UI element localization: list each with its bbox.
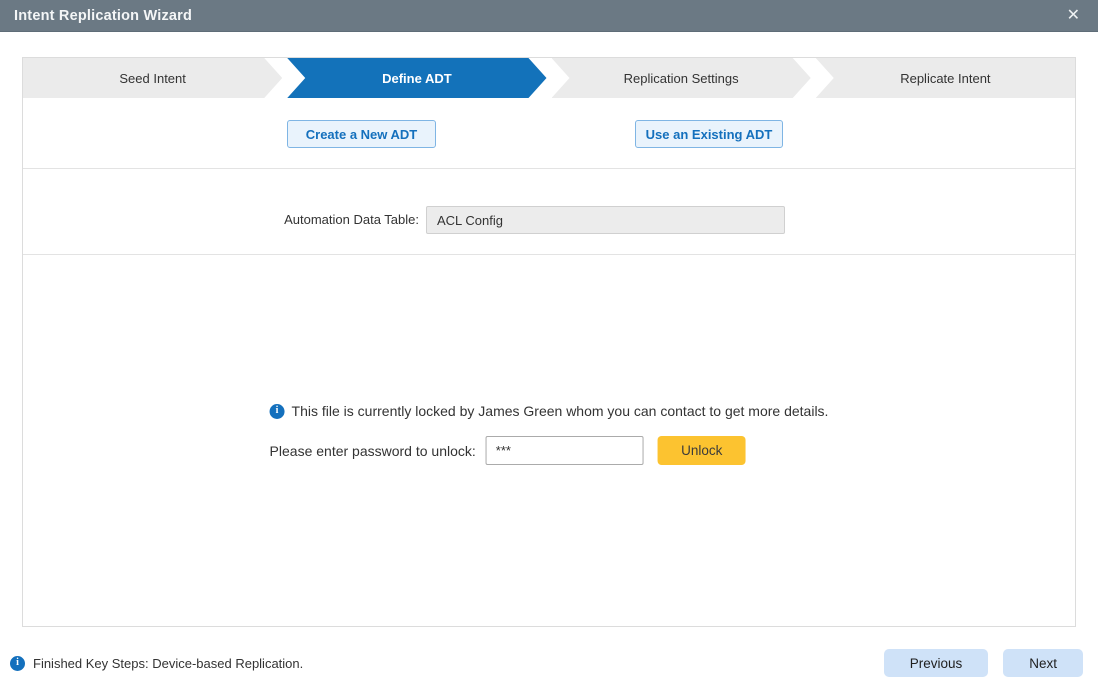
wizard-panel: Seed Intent Define ADT Replication Setti…	[22, 57, 1076, 627]
create-new-adt-button[interactable]: Create a New ADT	[287, 120, 436, 148]
wizard-footer: i Finished Key Steps: Device-based Repli…	[10, 648, 1083, 678]
step-replicate-intent[interactable]: Replicate Intent	[816, 58, 1075, 98]
use-existing-adt-button[interactable]: Use an Existing ADT	[635, 120, 783, 148]
step-define-adt[interactable]: Define ADT	[287, 58, 546, 98]
previous-button[interactable]: Previous	[884, 649, 989, 677]
next-button[interactable]: Next	[1003, 649, 1083, 677]
password-input[interactable]	[486, 436, 644, 465]
step-replication-settings[interactable]: Replication Settings	[552, 58, 811, 98]
close-icon[interactable]: ✕	[1063, 6, 1084, 26]
footer-status: i Finished Key Steps: Device-based Repli…	[10, 656, 303, 671]
password-label: Please enter password to unlock:	[270, 443, 476, 459]
info-icon: i	[270, 404, 285, 419]
password-row: Please enter password to unlock: Unlock	[270, 436, 829, 465]
automation-data-table-input	[426, 206, 785, 234]
lock-info-row: i This file is currently locked by James…	[270, 403, 829, 419]
adt-choice-section: Create a New ADT Use an Existing ADT	[23, 98, 1075, 169]
step-label: Seed Intent	[119, 71, 186, 86]
lock-notice: i This file is currently locked by James…	[270, 403, 829, 465]
wizard-content-area: i This file is currently locked by James…	[23, 255, 1075, 626]
info-icon: i	[10, 656, 25, 671]
step-label: Replication Settings	[624, 71, 739, 86]
step-seed-intent[interactable]: Seed Intent	[23, 58, 282, 98]
adt-field-section: Automation Data Table:	[23, 169, 1075, 255]
lock-info-text: This file is currently locked by James G…	[292, 403, 829, 419]
window-title: Intent Replication Wizard	[14, 8, 192, 24]
unlock-button[interactable]: Unlock	[658, 436, 746, 465]
footer-status-text: Finished Key Steps: Device-based Replica…	[33, 656, 303, 671]
window-titlebar: Intent Replication Wizard ✕	[0, 0, 1098, 32]
step-label: Replicate Intent	[900, 71, 990, 86]
automation-data-table-label: Automation Data Table:	[23, 206, 419, 234]
wizard-stepper: Seed Intent Define ADT Replication Setti…	[23, 58, 1075, 98]
step-label: Define ADT	[382, 71, 452, 86]
